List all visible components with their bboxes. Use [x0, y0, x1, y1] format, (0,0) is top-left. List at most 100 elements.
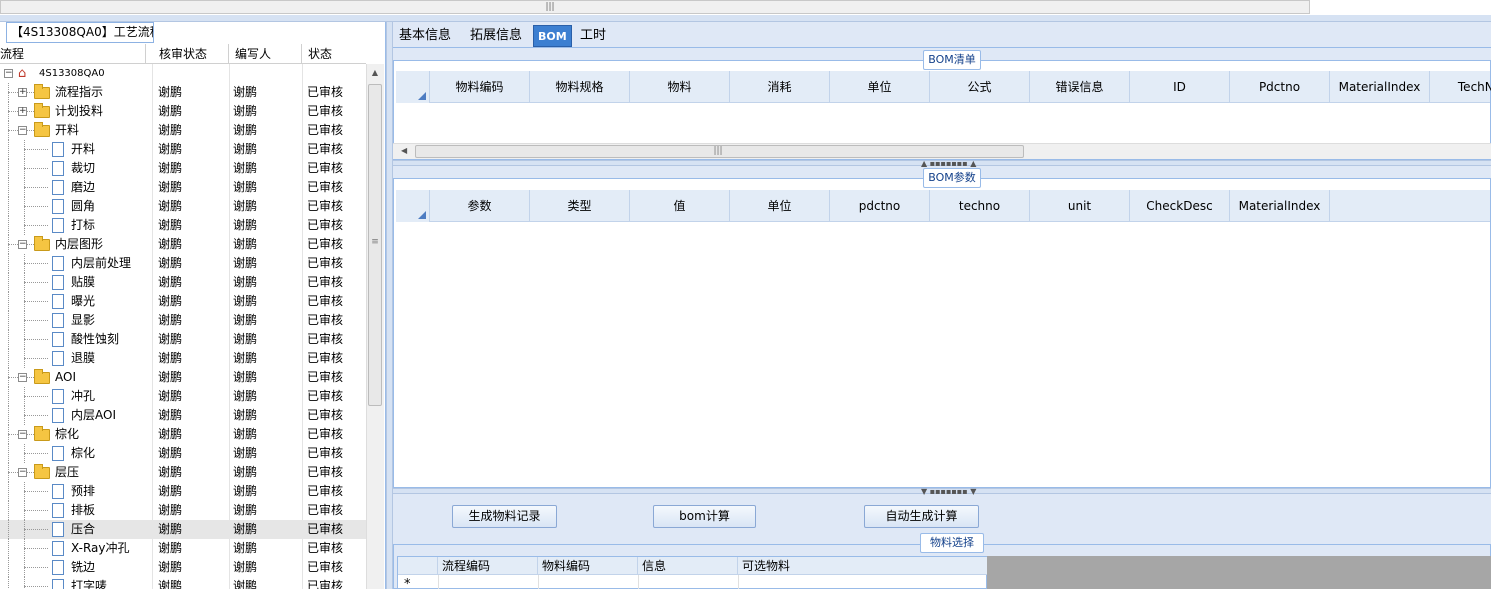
column-header-optional-material[interactable]: 可选物料 — [738, 557, 988, 575]
tree-row[interactable]: 压合 谢鹏 谢鹏 已审核 — [0, 520, 366, 539]
column-header-review-status[interactable]: 核审状态 — [153, 44, 229, 64]
column-header-status[interactable]: 状态 — [302, 44, 366, 64]
detail-tabs: 基本信息 拓展信息 BOM 工时 — [393, 22, 1491, 48]
vertical-splitter[interactable] — [386, 22, 393, 589]
column-header-author[interactable]: 编写人 — [229, 44, 302, 64]
top-horizontal-scrollbar[interactable] — [0, 0, 1310, 14]
column-header[interactable]: MaterialIndex — [1330, 71, 1430, 103]
tree-row[interactable]: 酸性蚀刻 谢鹏 谢鹏 已审核 — [0, 330, 366, 349]
tree-row[interactable]: − 棕化 谢鹏 谢鹏 已审核 — [0, 425, 366, 444]
collapse-icon[interactable]: − — [18, 430, 27, 439]
bom-params-grid: 参数 类型值单位 pdctno techno unit CheckDesc Material… — [396, 190, 1490, 487]
scroll-grip-icon[interactable]: ||| — [543, 2, 557, 12]
column-header[interactable]: 公式 — [930, 71, 1030, 103]
tab-work-hours[interactable]: 工时 — [574, 25, 612, 47]
tree-row[interactable]: 排板 谢鹏 谢鹏 已审核 — [0, 501, 366, 520]
scroll-grip-icon: ||| — [713, 146, 723, 156]
tab-bom[interactable]: BOM — [533, 25, 572, 47]
tree-row[interactable]: − 层压 谢鹏 谢鹏 已审核 — [0, 463, 366, 482]
tree-row[interactable]: − 内层图形 谢鹏 谢鹏 已审核 — [0, 235, 366, 254]
tree-row[interactable]: 预排 谢鹏 谢鹏 已审核 — [0, 482, 366, 501]
column-header[interactable]: 物料规格 — [530, 71, 630, 103]
column-header[interactable]: 消耗 — [730, 71, 830, 103]
column-header[interactable]: 错误信息 — [1030, 71, 1130, 103]
author-cell: 谢鹏 — [233, 427, 258, 441]
tree-connector — [24, 567, 48, 568]
top-splitter[interactable] — [0, 15, 1491, 22]
review-status-cell: 谢鹏 — [158, 503, 183, 517]
column-header-info[interactable]: 信息 — [638, 557, 738, 575]
tree-row[interactable]: − ⌂ 4S13308QA0 — [0, 64, 366, 83]
author-cell: 谢鹏 — [233, 275, 258, 289]
process-tree-tab[interactable]: 【4S13308QA0】工艺流程 — [6, 22, 154, 43]
tree-row[interactable]: 磨边 谢鹏 谢鹏 已审核 — [0, 178, 366, 197]
params-splitter[interactable]: ▼ ▪▪▪▪▪▪▪ ▼ — [393, 487, 1491, 496]
grid-corner-icon[interactable] — [396, 71, 430, 103]
column-header[interactable]: CheckDesc — [1130, 190, 1230, 222]
tree-row[interactable]: 曝光 谢鹏 谢鹏 已审核 — [0, 292, 366, 311]
tree-row[interactable]: 铣边 谢鹏 谢鹏 已审核 — [0, 558, 366, 577]
action-bar: 生成物料记录 bom计算 自动生成计算 — [393, 495, 1491, 535]
column-header[interactable]: Pdctno — [1230, 71, 1330, 103]
column-header[interactable]: 单位 — [730, 190, 830, 222]
column-header-process[interactable]: 流程 — [0, 44, 146, 64]
column-header[interactable]: MaterialIndex — [1230, 190, 1330, 222]
column-header[interactable]: 单位 — [830, 71, 930, 103]
generate-material-record-button[interactable]: 生成物料记录 — [452, 505, 557, 528]
tree-row[interactable]: 内层前处理 谢鹏 谢鹏 已审核 — [0, 254, 366, 273]
column-header[interactable]: 物料 — [630, 71, 730, 103]
column-header-material-code[interactable]: 物料编码 — [538, 557, 638, 575]
review-status-cell: 谢鹏 — [158, 427, 183, 441]
tree-row[interactable]: X-Ray冲孔 谢鹏 谢鹏 已审核 — [0, 539, 366, 558]
author-cell: 谢鹏 — [233, 370, 258, 384]
collapse-icon[interactable]: − — [18, 240, 27, 249]
tree-row[interactable]: 冲孔 谢鹏 谢鹏 已审核 — [0, 387, 366, 406]
tree-node-label: 计划投料 — [55, 104, 104, 118]
tree-connector — [24, 501, 25, 520]
tree-row[interactable]: 开料 谢鹏 谢鹏 已审核 — [0, 140, 366, 159]
scroll-left-icon[interactable]: ◀ — [401, 145, 411, 157]
bom-calculate-button[interactable]: bom计算 — [653, 505, 756, 528]
column-header[interactable]: techno — [930, 190, 1030, 222]
column-header[interactable]: unit — [1030, 190, 1130, 222]
column-header[interactable]: 值 — [630, 190, 730, 222]
tree-row[interactable]: 打字唛 谢鹏 谢鹏 已审核 — [0, 577, 366, 589]
auto-generate-calculate-button[interactable]: 自动生成计算 — [864, 505, 979, 528]
column-header[interactable]: TechNo — [1430, 71, 1491, 103]
author-cell: 谢鹏 — [233, 579, 258, 589]
review-status-cell: 谢鹏 — [158, 484, 183, 498]
expand-icon[interactable]: + — [18, 88, 27, 97]
collapse-icon[interactable]: − — [18, 126, 27, 135]
grid-corner-icon[interactable] — [398, 557, 438, 575]
tree-row[interactable]: 贴膜 谢鹏 谢鹏 已审核 — [0, 273, 366, 292]
tree-row[interactable]: − 开料 谢鹏 谢鹏 已审核 — [0, 121, 366, 140]
tree-node-label: 压合 — [71, 522, 96, 536]
bom-splitter[interactable]: ▲ ▪▪▪▪▪▪▪ ▲ — [393, 159, 1491, 168]
collapse-icon[interactable]: − — [4, 69, 13, 78]
tree-row[interactable]: 退膜 谢鹏 谢鹏 已审核 — [0, 349, 366, 368]
tree-row[interactable]: − AOI 谢鹏 谢鹏 已审核 — [0, 368, 366, 387]
expand-icon[interactable]: + — [18, 107, 27, 116]
column-header[interactable]: 物料编码 — [430, 71, 530, 103]
collapse-icon[interactable]: − — [18, 468, 27, 477]
scroll-up-icon[interactable]: ▲ — [370, 68, 380, 78]
tree-row[interactable]: 显影 谢鹏 谢鹏 已审核 — [0, 311, 366, 330]
tree-row[interactable]: 打标 谢鹏 谢鹏 已审核 — [0, 216, 366, 235]
column-header[interactable]: ID — [1130, 71, 1230, 103]
grid-corner-icon[interactable] — [396, 190, 430, 222]
tree-row[interactable]: + 流程指示 谢鹏 谢鹏 已审核 — [0, 83, 366, 102]
column-header[interactable]: pdctno — [830, 190, 930, 222]
status-cell: 已审核 — [307, 199, 344, 213]
splitter-up-icon[interactable]: ▲ ▪▪▪▪▪▪▪ ▲ — [921, 159, 976, 168]
collapse-icon[interactable]: − — [18, 373, 27, 382]
tree-row[interactable]: 裁切 谢鹏 谢鹏 已审核 — [0, 159, 366, 178]
column-header-process-code[interactable]: 流程编码 — [438, 557, 538, 575]
column-header[interactable]: 类型 — [530, 190, 630, 222]
tree-row[interactable]: 内层AOI 谢鹏 谢鹏 已审核 — [0, 406, 366, 425]
tab-basic-info[interactable]: 基本信息 — [393, 25, 457, 47]
tree-row[interactable]: 棕化 谢鹏 谢鹏 已审核 — [0, 444, 366, 463]
tab-extended-info[interactable]: 拓展信息 — [464, 25, 528, 47]
tree-row[interactable]: + 计划投料 谢鹏 谢鹏 已审核 — [0, 102, 366, 121]
column-header[interactable]: 参数 — [430, 190, 530, 222]
tree-row[interactable]: 圆角 谢鹏 谢鹏 已审核 — [0, 197, 366, 216]
